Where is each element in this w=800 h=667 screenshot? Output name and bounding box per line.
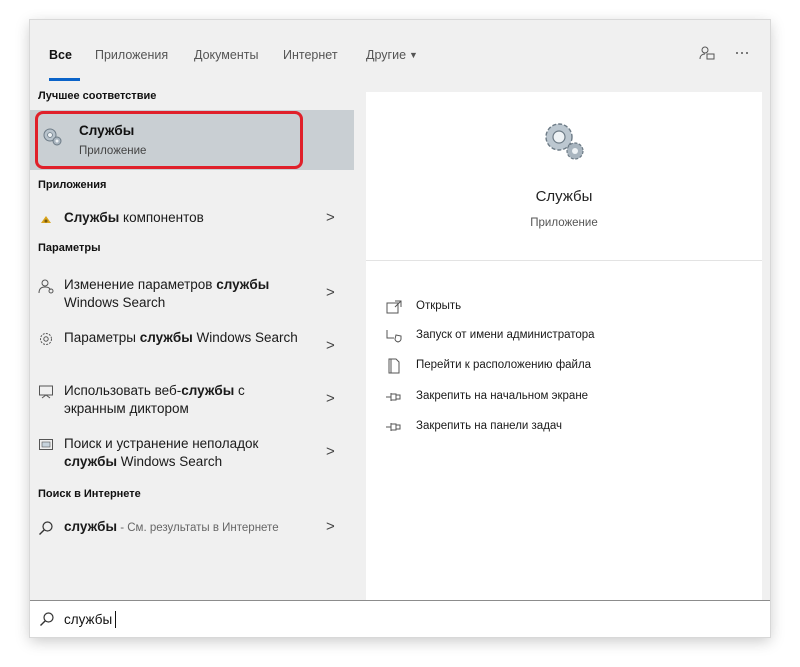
list-item-troubleshoot-search[interactable]: Поиск и устранение неполадок службы Wind… xyxy=(30,435,354,473)
list-item-search-service-settings[interactable]: Параметры службы Windows Search > xyxy=(30,329,354,367)
apps-header: Приложения xyxy=(38,179,107,191)
chevron-right-icon[interactable]: > xyxy=(326,443,335,460)
open-icon xyxy=(386,299,402,315)
search-icon xyxy=(39,611,55,632)
file-location-icon xyxy=(386,358,402,374)
feedback-icon[interactable] xyxy=(696,42,718,64)
action-label: Запуск от имени администратора xyxy=(416,329,595,341)
services-gear-icon xyxy=(41,126,63,153)
list-item-label: Изменение параметров службы Windows Sear… xyxy=(64,276,304,312)
component-services-icon xyxy=(38,211,54,227)
tab-bar: Все Приложения Документы Интернет Другие… xyxy=(30,20,770,85)
action-label: Закрепить на панели задач xyxy=(416,420,563,432)
detail-subtitle: Приложение xyxy=(530,217,598,229)
troubleshoot-icon xyxy=(38,437,54,453)
item-pre: Параметры xyxy=(64,330,140,345)
list-item-label: службы - См. результаты в Интернете xyxy=(64,518,304,537)
list-item-narrator-web-services[interactable]: Использовать веб-службы с экранным дикто… xyxy=(30,382,354,420)
narrator-icon xyxy=(38,384,54,400)
tab-documents[interactable]: Документы xyxy=(194,48,258,62)
tab-all[interactable]: Все xyxy=(49,48,72,62)
search-bar xyxy=(30,600,770,637)
divider xyxy=(366,260,762,261)
tab-other[interactable]: Другие ▼ xyxy=(366,48,418,62)
start-search-window: Все Приложения Документы Интернет Другие… xyxy=(30,20,770,637)
pin-icon xyxy=(386,389,402,405)
item-post: Windows Search xyxy=(192,330,298,345)
more-icon[interactable] xyxy=(731,42,753,64)
tab-internet[interactable]: Интернет xyxy=(283,48,338,62)
list-item-label: Службы компонентов xyxy=(64,209,304,227)
active-tab-indicator xyxy=(49,78,80,81)
search-icon xyxy=(38,520,54,536)
action-label: Закрепить на начальном экране xyxy=(416,390,589,402)
detail-title: Службы xyxy=(535,188,593,205)
best-match-header: Лучшее соответствие xyxy=(38,90,157,102)
results-list: Лучшее соответствие Службы Приложение Пр… xyxy=(30,85,354,600)
item-pre: Изменение параметров xyxy=(64,277,217,292)
list-item-change-search-service[interactable]: Изменение параметров службы Windows Sear… xyxy=(30,276,354,314)
bold-term: Службы xyxy=(64,210,120,225)
list-item-web-search[interactable]: службы - См. результаты в Интернете > xyxy=(30,518,354,540)
chevron-right-icon[interactable]: > xyxy=(326,209,335,226)
list-item-label: Параметры службы Windows Search xyxy=(64,329,304,347)
tab-apps[interactable]: Приложения xyxy=(95,48,168,62)
user-gear-icon xyxy=(38,278,54,294)
list-item-component-services[interactable]: Службы компонентов > xyxy=(30,209,354,231)
tab-other-label: Другие xyxy=(366,48,407,62)
run-as-admin-icon xyxy=(386,328,402,344)
item-rest: компонентов xyxy=(119,210,204,225)
web-hint: - См. результаты в Интернете xyxy=(117,522,279,534)
web-search-header: Поиск в Интернете xyxy=(38,488,141,500)
best-match-subtitle: Приложение xyxy=(79,145,147,157)
list-item-label: Поиск и устранение неполадок службы Wind… xyxy=(64,435,304,471)
item-post: Windows Search xyxy=(64,295,166,310)
chevron-right-icon[interactable]: > xyxy=(326,284,335,301)
bold-term: службы xyxy=(139,330,193,345)
search-input[interactable] xyxy=(64,609,744,629)
item-pre: Использовать веб- xyxy=(64,383,182,398)
item-post: Windows Search xyxy=(117,454,223,469)
caret-down-icon: ▼ xyxy=(409,50,418,60)
detail-panel: Службы Приложение Открыть Запуск от имен… xyxy=(366,92,762,600)
chevron-right-icon[interactable]: > xyxy=(326,337,335,354)
best-match-item[interactable]: Службы Приложение xyxy=(30,110,354,170)
bold-term: службы xyxy=(181,383,235,398)
item-pre: Поиск и устранение неполадок xyxy=(64,436,259,451)
action-label: Перейти к расположению файла xyxy=(416,359,592,371)
chevron-right-icon[interactable]: > xyxy=(326,518,335,535)
gear-icon xyxy=(38,331,54,347)
list-item-label: Использовать веб-службы с экранным дикто… xyxy=(64,382,304,418)
settings-header: Параметры xyxy=(38,242,101,254)
pin-icon xyxy=(386,419,402,435)
best-match-title: Службы xyxy=(79,123,135,138)
bold-term: службы xyxy=(64,519,118,534)
action-label: Открыть xyxy=(416,300,462,312)
text-cursor xyxy=(115,611,116,628)
bold-term: службы xyxy=(64,454,118,469)
chevron-right-icon[interactable]: > xyxy=(326,390,335,407)
services-gear-icon xyxy=(540,118,588,171)
bold-term: службы xyxy=(216,277,270,292)
